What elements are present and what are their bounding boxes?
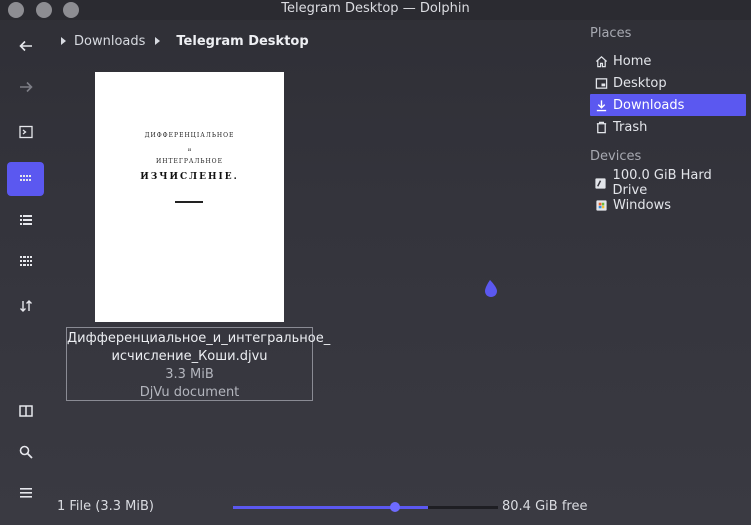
place-label: Trash xyxy=(613,119,648,135)
details-view-button[interactable] xyxy=(7,203,44,237)
icons-view-button[interactable] xyxy=(7,162,44,196)
breadcrumb-arrow-icon[interactable] xyxy=(155,37,161,45)
place-label: Desktop xyxy=(613,75,667,91)
thumbnail-title: ИЗЧИСЛЕНІЕ. xyxy=(140,172,239,182)
arrow-left-icon xyxy=(18,40,32,52)
thumbnail-text-line: и xyxy=(187,147,192,153)
trash-icon xyxy=(594,120,608,134)
file-name-line1: Дифференциальное_и_интегральное_ xyxy=(67,331,331,346)
compact-view-icon xyxy=(19,256,32,266)
home-icon xyxy=(594,54,608,68)
file-type: DjVu document xyxy=(139,385,240,400)
breadcrumb-arrow-icon[interactable] xyxy=(61,37,66,45)
drop-marker-icon xyxy=(485,280,497,297)
device-item-windows[interactable]: Windows xyxy=(590,194,746,216)
compact-view-button[interactable] xyxy=(7,244,44,278)
split-view-button[interactable] xyxy=(7,394,44,428)
file-label-box: Дифференциальное_и_интегральное_ исчисле… xyxy=(66,327,331,401)
thumbnail-text-line: ДИФФЕРЕНЦІАЛЬНОЕ xyxy=(144,132,235,139)
list-view-icon xyxy=(19,215,32,225)
device-label: Windows xyxy=(613,197,672,213)
forward-button[interactable] xyxy=(7,70,44,104)
download-icon xyxy=(594,98,608,112)
breadcrumb-item-downloads[interactable]: Downloads xyxy=(74,34,145,49)
file-thumbnail: ДИФФЕРЕНЦІАЛЬНОЕ и ИНТЕГРАЛЬНОЕ ИЗЧИСЛЕН… xyxy=(95,72,284,322)
place-item-downloads[interactable]: Downloads xyxy=(590,94,746,116)
status-summary: 1 File (3.3 MiB) xyxy=(57,499,154,514)
zoom-slider-handle[interactable] xyxy=(389,502,400,512)
terminal-button[interactable] xyxy=(7,115,44,149)
back-button[interactable] xyxy=(7,29,44,63)
breadcrumb-item-current[interactable]: Telegram Desktop xyxy=(176,34,308,49)
status-bar: 1 File (3.3 MiB) 80.4 GiB free xyxy=(0,495,751,519)
breadcrumb: Downloads Telegram Desktop xyxy=(58,31,309,51)
window-title: Telegram Desktop — Dolphin xyxy=(281,1,470,16)
place-item-trash[interactable]: Trash xyxy=(590,116,746,138)
devices-title: Devices xyxy=(590,149,642,164)
arrow-right-icon xyxy=(19,81,33,93)
status-free-space: 80.4 GiB free xyxy=(502,499,588,514)
place-item-desktop[interactable]: Desktop xyxy=(590,72,746,94)
place-label: Home xyxy=(613,53,652,69)
sort-icon xyxy=(19,300,32,312)
thumbnail-rule xyxy=(175,201,203,203)
free-space-bar xyxy=(410,506,498,509)
terminal-icon xyxy=(18,125,33,139)
place-label: Downloads xyxy=(613,97,685,113)
place-item-home[interactable]: Home xyxy=(590,50,746,72)
sort-button[interactable] xyxy=(7,289,44,323)
file-item[interactable]: ДИФФЕРЕНЦІАЛЬНОЕ и ИНТЕГРАЛЬНОЕ ИЗЧИСЛЕН… xyxy=(66,72,331,402)
grid-view-icon xyxy=(19,175,31,181)
left-toolbar xyxy=(0,20,52,525)
search-button[interactable] xyxy=(7,435,44,469)
drive-windows-icon xyxy=(594,198,608,212)
hard-drive-icon xyxy=(594,176,608,190)
file-size: 3.3 MiB xyxy=(165,367,214,382)
places-title: Places xyxy=(590,26,632,41)
desktop-icon xyxy=(594,76,608,90)
search-icon xyxy=(19,445,33,459)
free-space-used-fill xyxy=(410,506,428,509)
file-name-line2: исчисление_Коши.djvu xyxy=(111,349,268,364)
split-view-icon xyxy=(18,405,33,417)
thumbnail-text-line: ИНТЕГРАЛЬНОЕ xyxy=(156,158,223,165)
title-bar: Telegram Desktop — Dolphin xyxy=(0,0,751,20)
device-item-hard-drive[interactable]: 100.0 GiB Hard Drive xyxy=(590,168,746,198)
